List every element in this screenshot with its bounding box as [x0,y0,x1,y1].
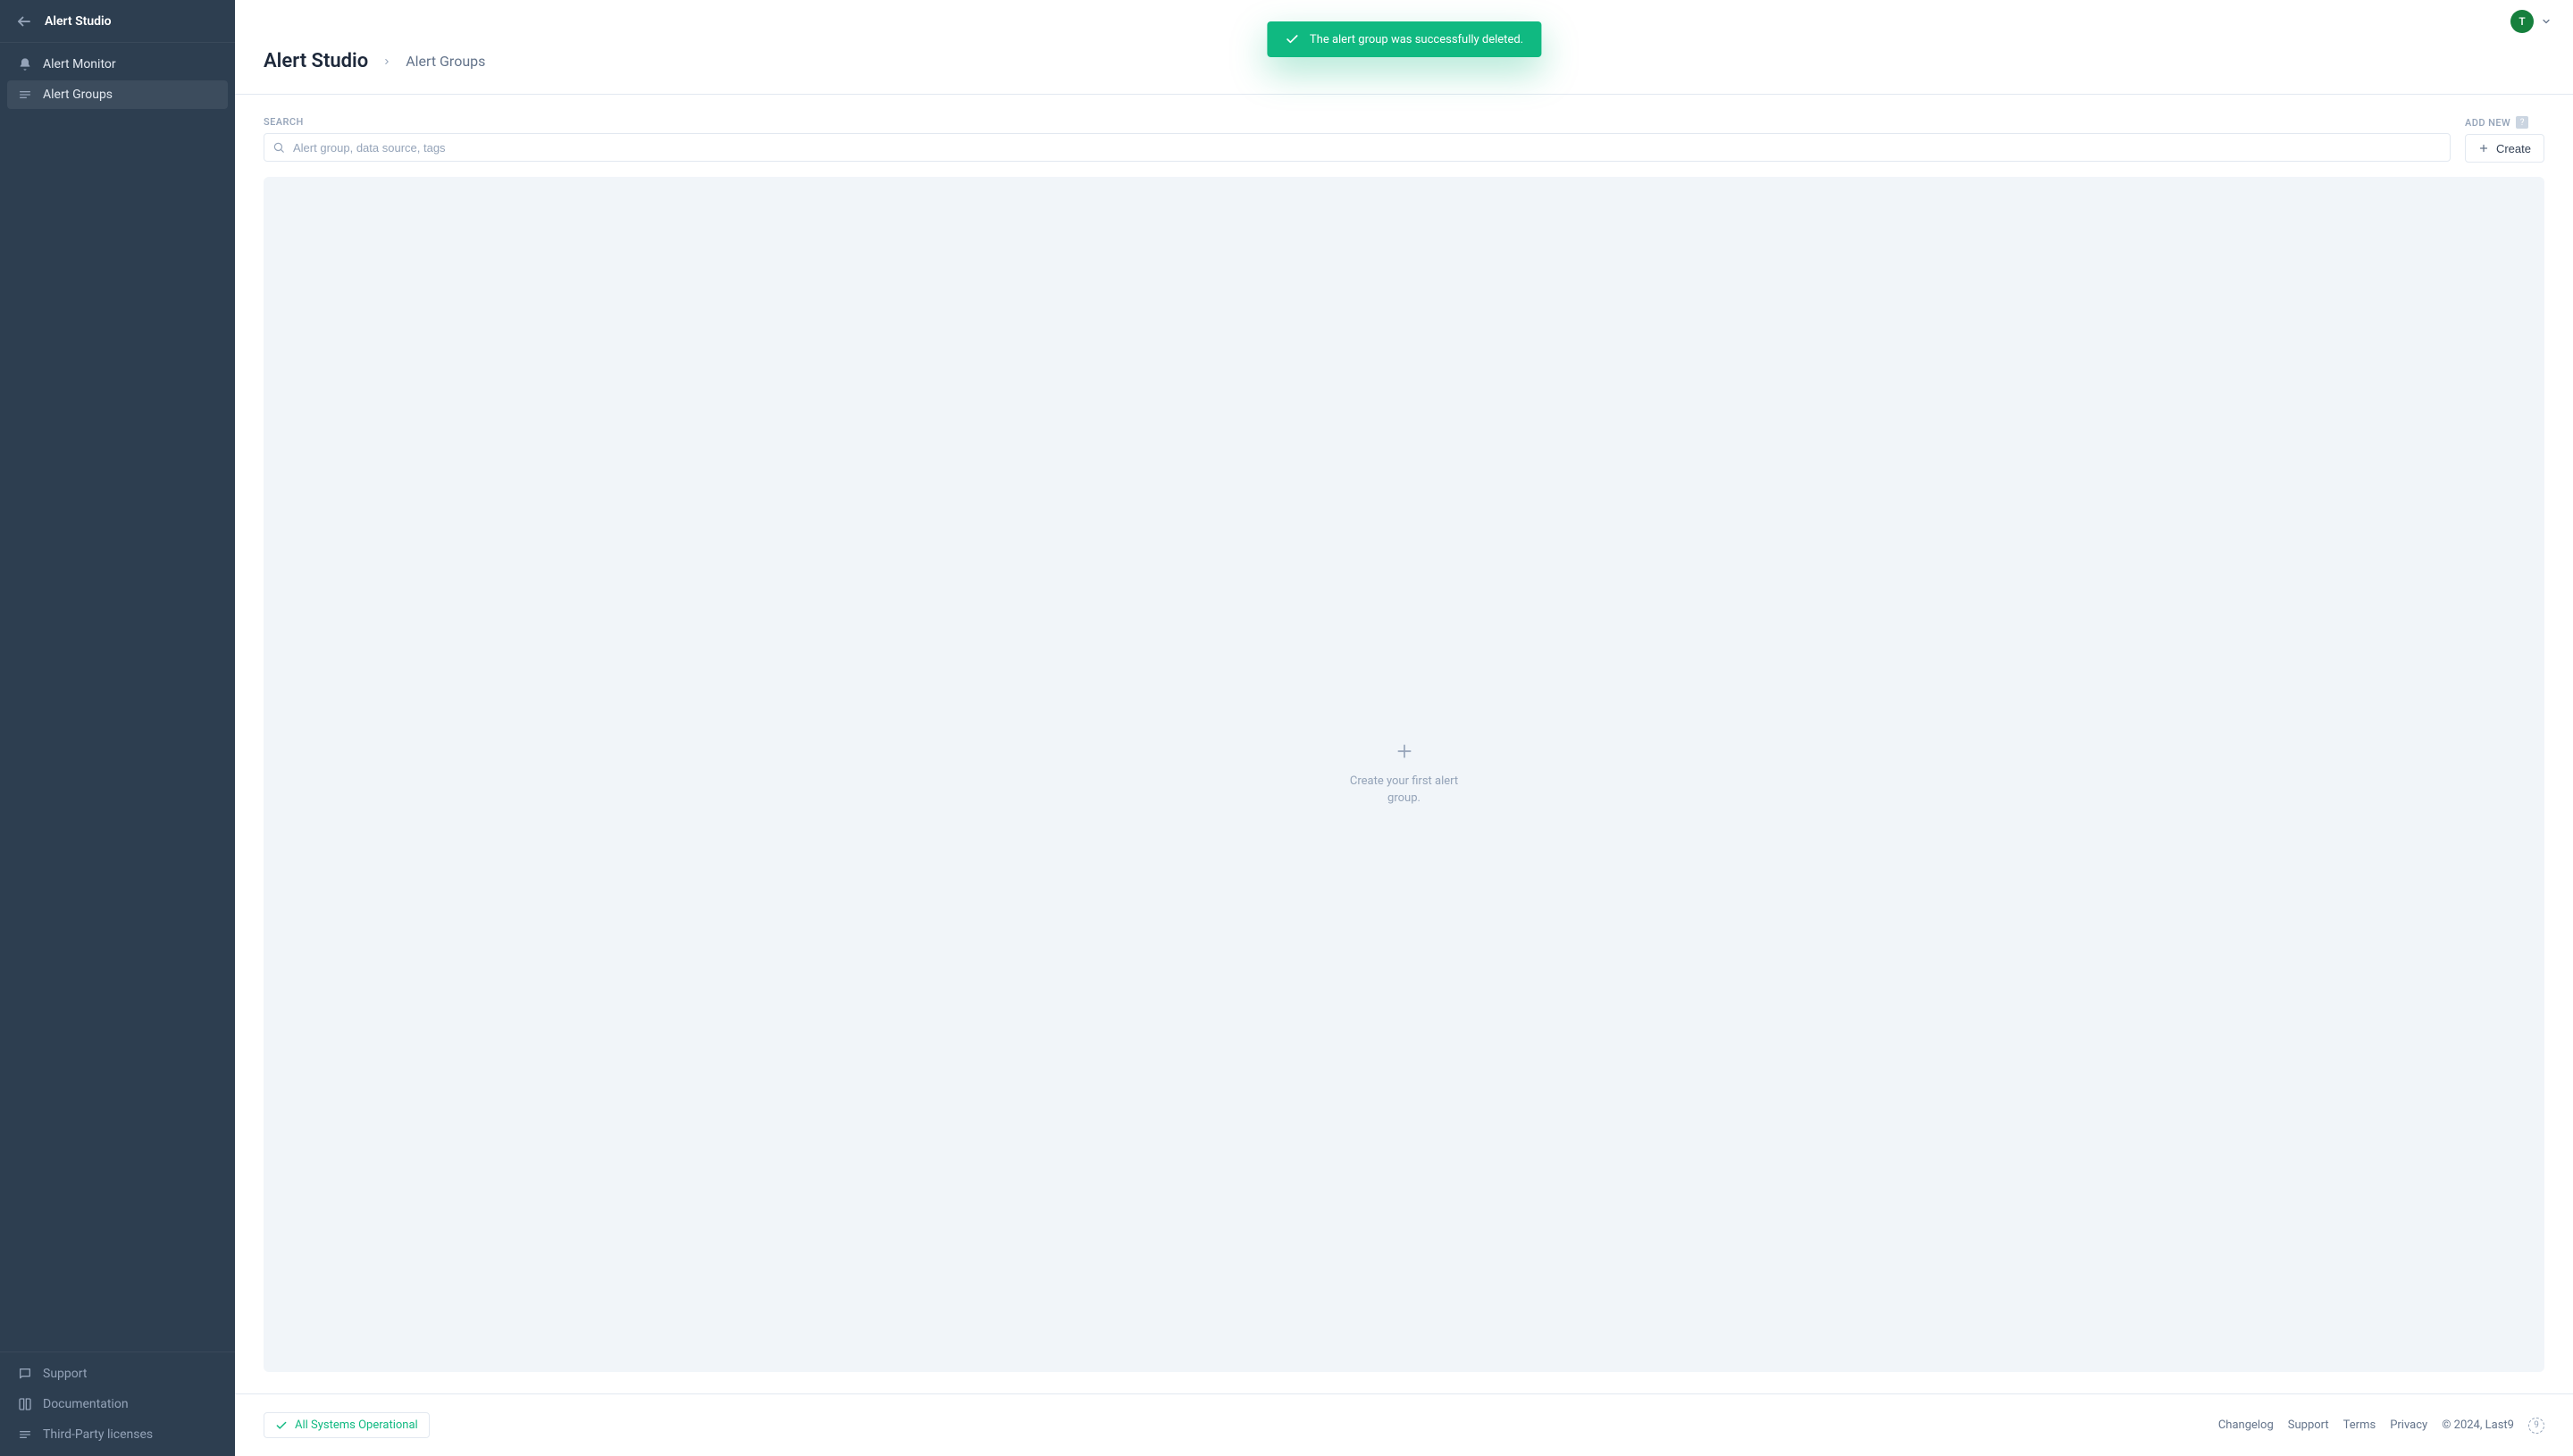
breadcrumb-root[interactable]: Alert Studio [264,50,368,72]
create-button-label: Create [2496,142,2531,155]
bell-icon [18,57,32,71]
status-text: All Systems Operational [295,1418,418,1432]
sidebar-item-alert-monitor[interactable]: Alert Monitor [7,50,228,79]
create-button[interactable]: Create [2465,134,2544,163]
sidebar-item-label: Support [43,1367,87,1381]
plus-icon [2478,143,2489,154]
sidebar-item-label: Alert Monitor [43,57,116,71]
add-new-label: ADD NEW [2465,117,2510,129]
chevron-down-icon [2541,16,2552,27]
controls-row: SEARCH ADD NEW ? Create [264,116,2544,163]
sidebar-item-label: Alert Groups [43,88,113,102]
sidebar-item-support[interactable]: Support [7,1360,228,1388]
avatar: T [2510,10,2534,33]
back-arrow-icon[interactable] [16,13,32,29]
check-icon [1285,32,1299,46]
sidebar-header: Alert Studio [0,0,235,43]
book-icon [18,1397,32,1411]
search-input-wrap [264,133,2451,162]
search-icon [272,141,285,154]
system-status[interactable]: All Systems Operational [264,1412,430,1438]
chevron-right-icon [382,57,391,66]
sidebar-item-alert-groups[interactable]: Alert Groups [7,80,228,109]
search-input[interactable] [264,133,2451,162]
chat-icon [18,1367,32,1381]
toast-success: The alert group was successfully deleted… [1267,21,1541,57]
sidebar-nav: Alert Monitor Alert Groups [0,43,235,1351]
list-icon [18,1427,32,1442]
add-new-column: ADD NEW ? Create [2465,116,2544,163]
footer-link-terms[interactable]: Terms [2343,1418,2376,1432]
footer-right: Changelog Support Terms Privacy © 2024, … [2218,1418,2544,1434]
list-icon [18,88,32,102]
footer-link-changelog[interactable]: Changelog [2218,1418,2274,1432]
help-icon[interactable]: ? [2516,116,2528,129]
footer-link-privacy[interactable]: Privacy [2390,1418,2427,1432]
sidebar-footer: Support Documentation Third-Party licens… [0,1351,235,1456]
empty-state-text: Create your first alert group. [1342,773,1467,807]
search-column: SEARCH [264,116,2451,163]
check-icon [275,1419,288,1432]
content: SEARCH ADD NEW ? Create [235,95,2573,1393]
footer: All Systems Operational Changelog Suppor… [235,1393,2573,1456]
sidebar-item-documentation[interactable]: Documentation [7,1390,228,1418]
sidebar-item-label: Documentation [43,1397,129,1411]
sidebar-item-third-party[interactable]: Third-Party licenses [7,1420,228,1449]
company-logo-icon[interactable]: 9 [2528,1418,2544,1434]
sidebar-item-label: Third-Party licenses [43,1427,153,1442]
user-menu[interactable]: T [2510,10,2552,33]
search-label: SEARCH [264,116,2451,128]
toast-message: The alert group was successfully deleted… [1310,33,1523,46]
sidebar: Alert Studio Alert Monitor Alert Groups … [0,0,235,1456]
footer-copyright: © 2024, Last9 [2442,1418,2514,1432]
plus-icon [1395,742,1413,760]
empty-state[interactable]: Create your first alert group. [264,177,2544,1372]
breadcrumb-current: Alert Groups [406,53,485,70]
footer-link-support[interactable]: Support [2288,1418,2329,1432]
sidebar-title: Alert Studio [45,14,112,29]
main: The alert group was successfully deleted… [235,0,2573,1456]
